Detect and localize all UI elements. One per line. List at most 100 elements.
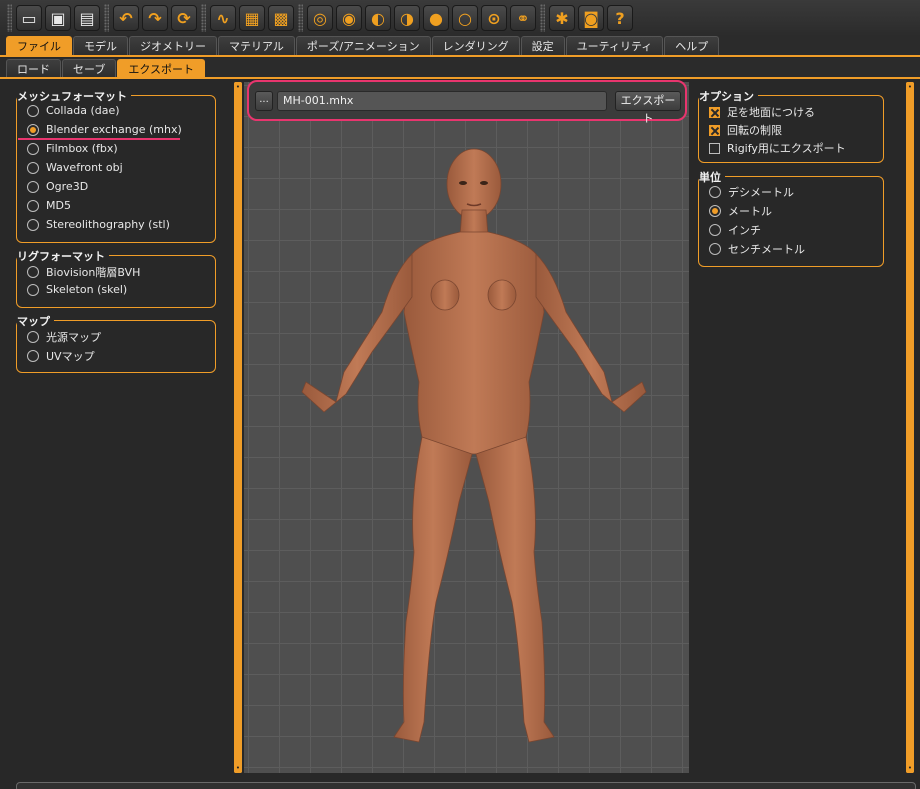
radio-button[interactable]: [27, 161, 39, 174]
radio-option[interactable]: インチ: [709, 222, 761, 238]
tab-1[interactable]: モデル: [73, 36, 128, 55]
redo-icon[interactable]: ↷: [142, 5, 168, 31]
left-view-icon[interactable]: ◐: [365, 5, 391, 31]
tab-7[interactable]: ユーティリティ: [565, 36, 664, 55]
radio-option[interactable]: Wavefront obj: [27, 161, 123, 174]
option-label: デシメートル: [728, 186, 794, 199]
radio-button[interactable]: [27, 123, 39, 136]
radio-button[interactable]: [27, 350, 39, 362]
tab-6[interactable]: 設定: [520, 36, 565, 55]
maps-title: マップ: [17, 313, 54, 329]
option-label: Skeleton (skel): [46, 283, 128, 296]
undo-icon[interactable]: ↶: [113, 5, 139, 31]
checkbox[interactable]: [709, 124, 720, 136]
radio-button[interactable]: [709, 205, 721, 217]
radio-button[interactable]: [27, 104, 39, 117]
radio-option[interactable]: MD5: [27, 199, 71, 212]
radio-button[interactable]: [27, 142, 39, 155]
radio-option[interactable]: センチメートル: [709, 241, 805, 257]
pose-icon[interactable]: ✱: [549, 5, 575, 31]
checkbox-option[interactable]: 足を地面につける: [709, 104, 815, 120]
left-scrollbar[interactable]: • •: [234, 82, 242, 773]
radio-button[interactable]: [27, 218, 39, 231]
toolbar-separator: [7, 4, 12, 32]
scroll-down-arrow[interactable]: •: [234, 763, 242, 773]
rig-format-group: リグフォーマット Biovision階層BVH Skeleton (skel): [16, 248, 216, 308]
option-label: MD5: [46, 199, 71, 212]
radio-option[interactable]: Skeleton (skel): [27, 283, 127, 296]
radio-option[interactable]: Biovision階層BVH: [27, 264, 140, 280]
radio-option[interactable]: Ogre3D: [27, 180, 88, 193]
save-icon[interactable]: ▣: [45, 5, 71, 31]
option-label: センチメートル: [728, 243, 805, 256]
tab-5[interactable]: レンダリング: [431, 36, 520, 55]
screenshot-icon[interactable]: ◙: [578, 5, 604, 31]
subtab-1[interactable]: セーブ: [62, 59, 117, 77]
radio-option[interactable]: Blender exchange (mhx): [27, 123, 182, 136]
filename-input[interactable]: MH-001.mhx: [277, 91, 607, 111]
tab-3[interactable]: マテリアル: [218, 36, 295, 55]
radio-button[interactable]: [709, 224, 721, 236]
right-scrollbar[interactable]: • •: [906, 82, 914, 773]
option-label: 光源マップ: [46, 331, 101, 344]
radio-button[interactable]: [709, 186, 721, 198]
rig-format-title: リグフォーマット: [17, 248, 109, 264]
option-label: UVマップ: [46, 350, 95, 363]
radio-button[interactable]: [27, 283, 39, 296]
mesh-format-group: メッシュフォーマット Collada (dae) Blender exchange…: [16, 88, 216, 243]
export-button[interactable]: エクスポート: [615, 91, 681, 125]
radio-option[interactable]: Collada (dae): [27, 104, 120, 117]
radio-option[interactable]: メートル: [709, 203, 772, 219]
tab-8[interactable]: ヘルプ: [664, 36, 720, 55]
help-icon[interactable]: ?: [607, 5, 633, 31]
background-icon[interactable]: ▩: [268, 5, 294, 31]
symmetry-icon[interactable]: ⚭: [510, 5, 536, 31]
checkbox[interactable]: [709, 106, 720, 118]
option-label: インチ: [728, 224, 761, 237]
reset-icon[interactable]: ⟳: [171, 5, 197, 31]
tab-0[interactable]: ファイル: [6, 36, 72, 55]
radio-button[interactable]: [27, 331, 39, 343]
top-view-icon[interactable]: ●: [423, 5, 449, 31]
option-label: Rigify用にエクスポート: [727, 142, 846, 155]
right-view-icon[interactable]: ◑: [394, 5, 420, 31]
tab-4[interactable]: ポーズ/アニメーション: [295, 36, 431, 55]
status-bar: [16, 782, 916, 789]
checkbox-option[interactable]: Rigify用にエクスポート: [709, 140, 846, 156]
scroll-up-arrow[interactable]: •: [906, 82, 914, 92]
checkbox[interactable]: [709, 142, 720, 154]
checkbox-option[interactable]: 回転の制限: [709, 122, 782, 138]
toolbar-separator: [298, 4, 303, 32]
radio-button[interactable]: [27, 199, 39, 212]
radio-option[interactable]: 光源マップ: [27, 329, 101, 345]
scroll-up-arrow[interactable]: •: [234, 82, 242, 92]
back-view-icon[interactable]: ◉: [336, 5, 362, 31]
3d-viewport[interactable]: [244, 82, 689, 773]
options-group: オプション 足を地面につける 回転の制限 Rigify用にエクスポート: [698, 88, 884, 163]
radio-option[interactable]: Stereolithography (stl): [27, 218, 170, 231]
smooth-icon[interactable]: ∿: [210, 5, 236, 31]
toolbar-separator: [104, 4, 109, 32]
subtab-2[interactable]: エクスポート: [117, 59, 206, 77]
toolbar-separator: [540, 4, 545, 32]
tab-2[interactable]: ジオメトリー: [129, 36, 217, 55]
units-group: 単位 デシメートル メートル インチ センチメートル: [698, 169, 884, 267]
radio-button[interactable]: [27, 180, 39, 193]
sub-tab-bar: ロード セーブ エクスポート: [0, 58, 920, 79]
front-view-icon[interactable]: ◎: [307, 5, 333, 31]
radio-option[interactable]: デシメートル: [709, 184, 794, 200]
radio-button[interactable]: [27, 266, 39, 278]
radio-option[interactable]: UVマップ: [27, 348, 95, 364]
new-icon[interactable]: ▭: [16, 5, 42, 31]
bottom-view-icon[interactable]: ○: [452, 5, 478, 31]
subtab-0[interactable]: ロード: [6, 59, 61, 77]
toolbar-separator: [201, 4, 206, 32]
mesh-format-title: メッシュフォーマット: [17, 88, 131, 104]
wireframe-icon[interactable]: ▦: [239, 5, 265, 31]
browse-button[interactable]: ...: [255, 91, 273, 111]
reset-camera-icon[interactable]: ⊙: [481, 5, 507, 31]
radio-option[interactable]: Filmbox (fbx): [27, 142, 118, 155]
radio-button[interactable]: [709, 243, 721, 255]
scroll-down-arrow[interactable]: •: [906, 763, 914, 773]
export-icon[interactable]: ▤: [74, 5, 100, 31]
